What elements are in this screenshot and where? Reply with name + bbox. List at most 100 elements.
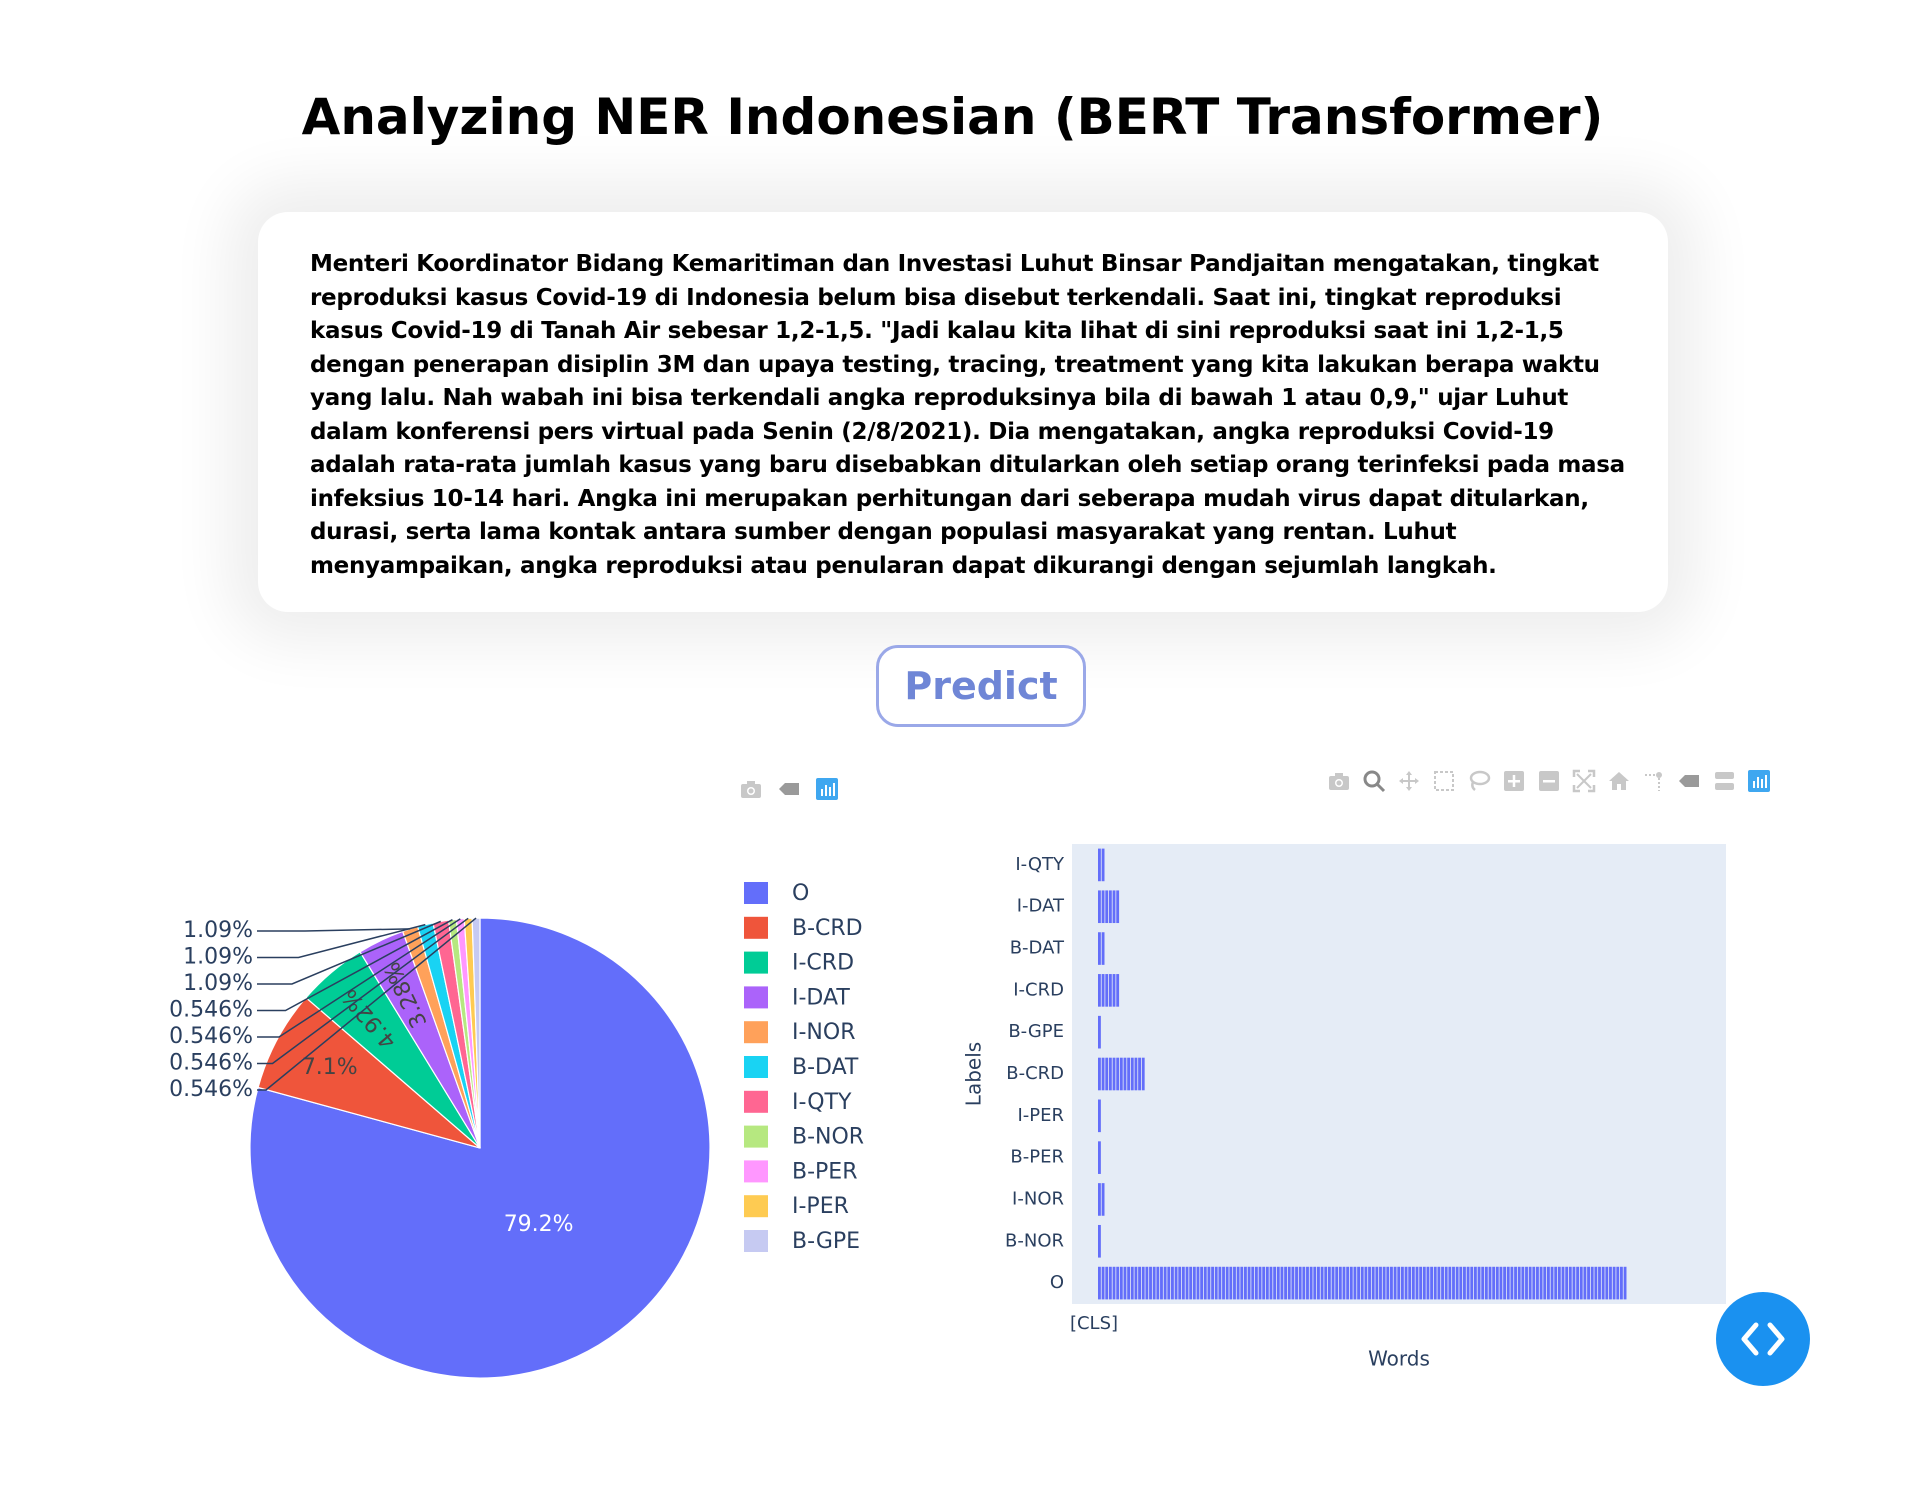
bar-O[interactable]	[1138, 1266, 1141, 1300]
code-toggle-button[interactable]	[1716, 1292, 1810, 1386]
bar-O[interactable]	[1612, 1266, 1616, 1300]
bar-O[interactable]	[1430, 1266, 1434, 1300]
bar-O[interactable]	[1240, 1266, 1244, 1300]
bar-O[interactable]	[1379, 1266, 1382, 1300]
bar-O[interactable]	[1108, 1266, 1112, 1300]
bar-O[interactable]	[1130, 1266, 1134, 1300]
bar-O[interactable]	[1488, 1266, 1492, 1300]
bar-O[interactable]	[1364, 1266, 1368, 1300]
bar-O[interactable]	[1203, 1266, 1207, 1300]
bar-O[interactable]	[1192, 1266, 1196, 1300]
bar-I-CRD[interactable]	[1101, 974, 1105, 1007]
bar-O[interactable]	[1576, 1266, 1580, 1300]
bar-O[interactable]	[1546, 1266, 1550, 1300]
bar-O[interactable]	[1404, 1266, 1408, 1300]
bar-O[interactable]	[1433, 1266, 1437, 1300]
bar-O[interactable]	[1181, 1266, 1185, 1300]
bar-B-GPE[interactable]	[1098, 1015, 1101, 1049]
bar-O[interactable]	[1295, 1266, 1298, 1300]
bar-O[interactable]	[1163, 1266, 1167, 1300]
bar-O[interactable]	[1525, 1266, 1528, 1300]
bar-O[interactable]	[1390, 1266, 1393, 1300]
bar-O[interactable]	[1141, 1266, 1145, 1300]
bar-O[interactable]	[1550, 1266, 1554, 1300]
bar-O[interactable]	[1207, 1266, 1211, 1300]
bar-O[interactable]	[1375, 1266, 1379, 1300]
plot-area[interactable]	[1072, 844, 1726, 1304]
bar-O[interactable]	[1262, 1266, 1266, 1300]
bar-O[interactable]	[1127, 1266, 1131, 1300]
bar-O[interactable]	[1353, 1266, 1357, 1300]
bar-I-CRD[interactable]	[1105, 974, 1109, 1007]
bar-O[interactable]	[1368, 1266, 1371, 1300]
bar-O[interactable]	[1167, 1266, 1171, 1300]
bar-O[interactable]	[1492, 1266, 1496, 1300]
bar-B-CRD[interactable]	[1098, 1057, 1101, 1091]
bar-I-QTY[interactable]	[1098, 848, 1101, 882]
bar-O[interactable]	[1411, 1266, 1415, 1300]
bar-O[interactable]	[1444, 1266, 1448, 1300]
bar-O[interactable]	[1495, 1266, 1499, 1300]
bar-I-NOR[interactable]	[1098, 1183, 1101, 1216]
bar-O[interactable]	[1258, 1266, 1262, 1300]
bar-I-NOR[interactable]	[1101, 1183, 1105, 1216]
bar-B-CRD[interactable]	[1101, 1057, 1105, 1091]
bar-O[interactable]	[1371, 1266, 1375, 1300]
bar-O[interactable]	[1145, 1266, 1149, 1300]
bar-O[interactable]	[1346, 1266, 1350, 1300]
bar-O[interactable]	[1565, 1266, 1569, 1300]
bar-O[interactable]	[1437, 1266, 1441, 1300]
bar-B-CRD[interactable]	[1138, 1057, 1141, 1091]
bar-O[interactable]	[1477, 1266, 1481, 1300]
bar-O[interactable]	[1481, 1266, 1485, 1300]
bar-B-CRD[interactable]	[1112, 1057, 1116, 1091]
bar-O[interactable]	[1200, 1266, 1204, 1300]
bar-O[interactable]	[1598, 1266, 1601, 1300]
bar-I-DAT[interactable]	[1098, 890, 1101, 924]
bar-O[interactable]	[1254, 1266, 1258, 1300]
bar-O[interactable]	[1426, 1266, 1430, 1300]
bar-O[interactable]	[1623, 1266, 1627, 1300]
bar-O[interactable]	[1506, 1266, 1510, 1300]
bar-O[interactable]	[1466, 1266, 1470, 1300]
bar-O[interactable]	[1233, 1266, 1236, 1300]
bar-I-DAT[interactable]	[1101, 890, 1105, 924]
bar-O[interactable]	[1335, 1266, 1339, 1300]
bar-O[interactable]	[1415, 1266, 1419, 1300]
bar-O[interactable]	[1543, 1266, 1547, 1300]
bar-O[interactable]	[1408, 1266, 1412, 1300]
bar-O[interactable]	[1178, 1266, 1182, 1300]
bar-O[interactable]	[1276, 1266, 1280, 1300]
bar-O[interactable]	[1583, 1266, 1587, 1300]
bar-O[interactable]	[1568, 1266, 1572, 1300]
bar-B-CRD[interactable]	[1108, 1057, 1112, 1091]
bar-I-DAT[interactable]	[1108, 890, 1112, 924]
bar-O[interactable]	[1185, 1266, 1189, 1300]
bar-O[interactable]	[1349, 1266, 1353, 1300]
bar-O[interactable]	[1331, 1266, 1335, 1300]
bar-O[interactable]	[1327, 1266, 1331, 1300]
bar-O[interactable]	[1484, 1266, 1488, 1300]
bar-O[interactable]	[1160, 1266, 1163, 1300]
bar-O[interactable]	[1514, 1266, 1517, 1300]
bar-B-NOR[interactable]	[1098, 1224, 1101, 1258]
bar-O[interactable]	[1517, 1266, 1521, 1300]
bar-O[interactable]	[1112, 1266, 1116, 1300]
bar-I-CRD[interactable]	[1116, 974, 1120, 1007]
bar-O[interactable]	[1171, 1266, 1174, 1300]
bar-O[interactable]	[1284, 1266, 1288, 1300]
bar-O[interactable]	[1521, 1266, 1525, 1300]
bar-O[interactable]	[1098, 1266, 1101, 1300]
bar-O[interactable]	[1306, 1266, 1309, 1300]
bar-O[interactable]	[1619, 1266, 1623, 1300]
bar-O[interactable]	[1244, 1266, 1247, 1300]
bar-O[interactable]	[1251, 1266, 1255, 1300]
bar-B-CRD[interactable]	[1119, 1057, 1123, 1091]
bar-O[interactable]	[1587, 1266, 1590, 1300]
bar-O[interactable]	[1561, 1266, 1565, 1300]
bar-O[interactable]	[1313, 1266, 1317, 1300]
bar-O[interactable]	[1536, 1266, 1539, 1300]
bar-O[interactable]	[1269, 1266, 1273, 1300]
bar-O[interactable]	[1419, 1266, 1423, 1300]
bar-O[interactable]	[1422, 1266, 1426, 1300]
